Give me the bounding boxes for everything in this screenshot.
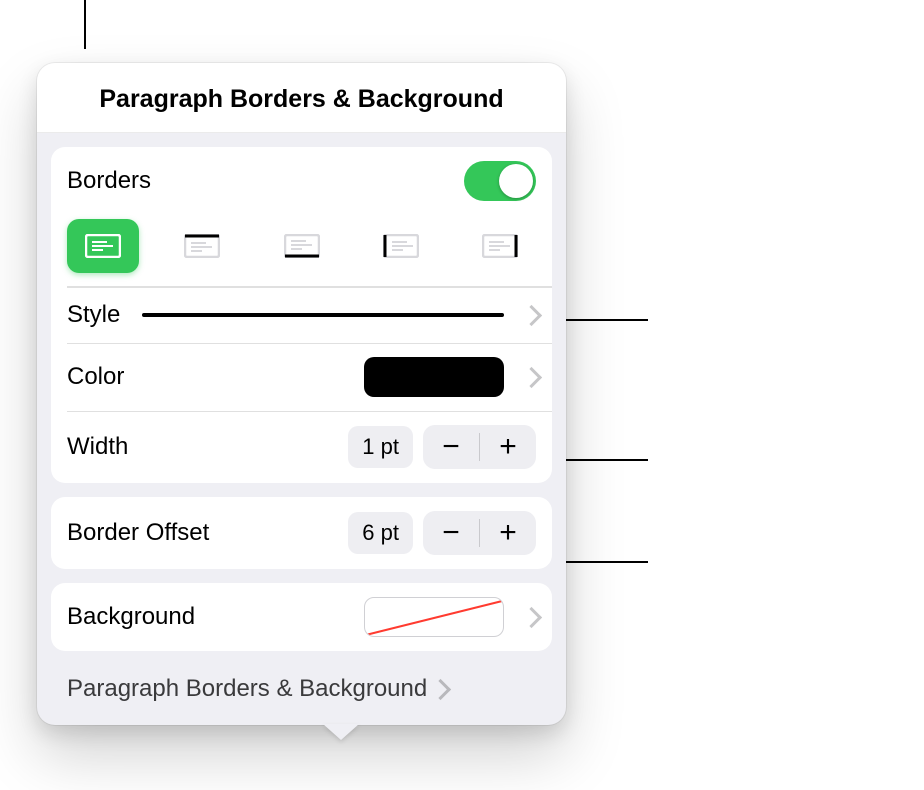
width-value: 1 pt [348,426,413,468]
panel-title: Paragraph Borders & Background [37,63,566,133]
offset-label: Border Offset [67,519,209,547]
background-label: Background [67,603,195,631]
chevron-right-icon [524,367,536,387]
borders-toggle[interactable] [464,161,536,201]
callout-tick-1 [84,0,86,49]
offset-row: Border Offset 6 pt − + [51,497,552,569]
chevron-right-icon [524,305,536,325]
width-stepper: − + [423,425,536,469]
style-label: Style [67,301,120,329]
plus-icon: + [499,518,517,548]
border-bottom-button[interactable] [266,219,338,273]
line-style-preview [142,313,504,317]
border-position-segmented [51,215,552,287]
border-right-icon [482,234,518,258]
popover-arrow [323,724,359,740]
minus-icon: − [442,518,460,548]
background-row[interactable]: Background [51,583,552,651]
borders-label: Borders [67,167,151,195]
underlying-row-label: Paragraph Borders & Background [67,675,427,703]
color-label: Color [67,363,124,391]
width-increment-button[interactable]: + [480,425,536,469]
border-outline-icon [85,234,121,258]
border-top-button[interactable] [166,219,238,273]
offset-stepper: − + [423,511,536,555]
minus-icon: − [442,432,460,462]
width-row: Width 1 pt − + [51,411,552,483]
offset-decrement-button[interactable]: − [423,511,479,555]
underlying-row[interactable]: Paragraph Borders & Background [37,657,566,725]
chevron-right-icon [524,607,536,627]
width-decrement-button[interactable]: − [423,425,479,469]
background-swatch[interactable] [364,597,504,637]
plus-icon: + [499,432,517,462]
offset-group: Border Offset 6 pt − + [51,497,552,569]
border-left-button[interactable] [365,219,437,273]
border-bottom-icon [284,234,320,258]
offset-value: 6 pt [348,512,413,554]
callout-line-style [553,319,648,321]
color-row[interactable]: Color [51,343,552,411]
borders-row: Borders [51,147,552,215]
color-swatch[interactable] [364,357,504,397]
chevron-right-icon [433,679,445,699]
borders-group: Borders [51,147,552,483]
paragraph-borders-background-panel: Paragraph Borders & Background Borders [37,63,566,725]
style-row[interactable]: Style [51,287,552,343]
width-label: Width [67,433,128,461]
border-outline-button[interactable] [67,219,139,273]
offset-increment-button[interactable]: + [480,511,536,555]
border-right-button[interactable] [464,219,536,273]
toggle-knob [499,164,533,198]
background-group: Background [51,583,552,651]
border-left-icon [383,234,419,258]
border-top-icon [184,234,220,258]
